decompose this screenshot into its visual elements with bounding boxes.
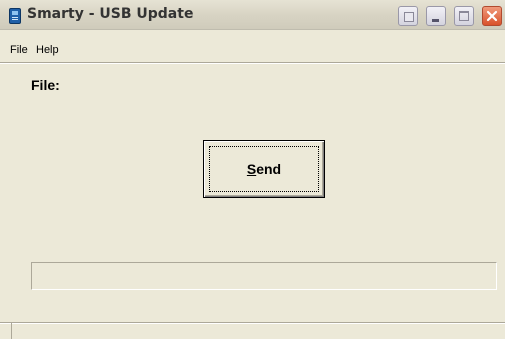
progress-bar	[31, 262, 497, 290]
minimize-icon	[432, 19, 439, 22]
app-window: Smarty - USB Update File Help File: Send	[0, 0, 505, 339]
status-bar-separator	[0, 322, 505, 324]
send-mnemonic: S	[246, 161, 257, 177]
window-title: Smarty - USB Update	[27, 6, 194, 22]
maximize-button[interactable]	[454, 6, 474, 26]
title-menu-gap	[0, 30, 505, 42]
send-label-rest: end	[256, 161, 282, 177]
file-label: File:	[31, 77, 60, 93]
maximize-icon	[459, 11, 469, 21]
menu-separator	[0, 62, 505, 64]
menu-help[interactable]: Help	[34, 43, 61, 57]
help-button[interactable]	[398, 6, 418, 26]
menu-file[interactable]: File	[8, 43, 30, 57]
phone-screen	[12, 11, 18, 15]
close-icon	[486, 10, 498, 22]
context-help-icon	[404, 12, 414, 22]
minimize-button[interactable]	[426, 6, 446, 26]
window-left-edge	[11, 322, 12, 339]
smarty-phone-icon	[9, 8, 21, 24]
menu-bar: File Help	[0, 43, 505, 61]
title-bar[interactable]: Smarty - USB Update	[0, 0, 505, 30]
send-button[interactable]: Send	[203, 140, 325, 198]
close-button[interactable]	[482, 6, 502, 26]
send-button-label: Send	[204, 161, 324, 177]
phone-keys	[12, 17, 18, 21]
